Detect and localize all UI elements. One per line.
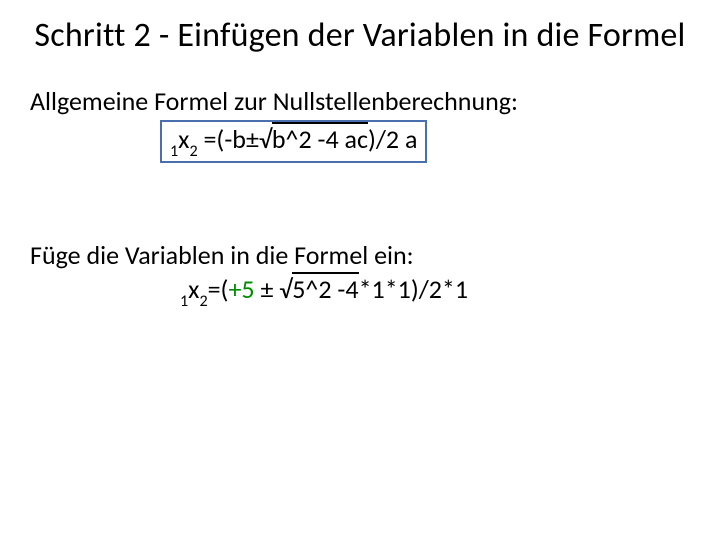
formula-substituted-row: 1x2=(+5 ± √ 5^2 -4*1*1)/2*1: [30, 274, 690, 310]
formula-x-b: x: [188, 273, 199, 305]
formula-eq-part: =(-b±√: [198, 123, 272, 155]
formula-tail: )/2 a: [368, 123, 417, 155]
subscript-1: 1: [170, 142, 178, 161]
formula-substituted: 1x2=(+5 ± √ 5^2 -4*1*1)/2*1: [180, 274, 468, 310]
formula-mid: ± √: [255, 273, 293, 305]
slide-title: Schritt 2 - Einfügen der Variablen in di…: [30, 16, 690, 55]
sqrt-overline: b^2 -4 ac: [272, 124, 368, 155]
plus-five: +5: [228, 273, 254, 305]
subscript-1b: 1: [180, 292, 188, 311]
formula-general-box: 1x2 =(-b±√b^2 -4 ac)/2 a: [160, 120, 427, 164]
formula-tail-b: *1*1)/2*1: [359, 273, 468, 305]
intro-line-2: Füge die Variablen in die Formel ein:: [30, 239, 690, 272]
formula-x: x: [178, 123, 189, 155]
subscript-2b: 2: [199, 292, 207, 311]
slide: Schritt 2 - Einfügen der Variablen in di…: [0, 0, 720, 540]
intro-line-1: Allgemeine Formel zur Nullstellenberechn…: [30, 85, 690, 118]
formula-general-row: 1x2 =(-b±√b^2 -4 ac)/2 a: [30, 120, 690, 164]
formula-eq-b: =(: [208, 273, 229, 305]
sqrt-overline-b: 5^2 -4: [292, 274, 358, 305]
radicand: b^2 -4 ac: [272, 123, 368, 155]
subscript-2: 2: [189, 142, 197, 161]
radicand-b: 5^2 -4: [292, 273, 358, 305]
